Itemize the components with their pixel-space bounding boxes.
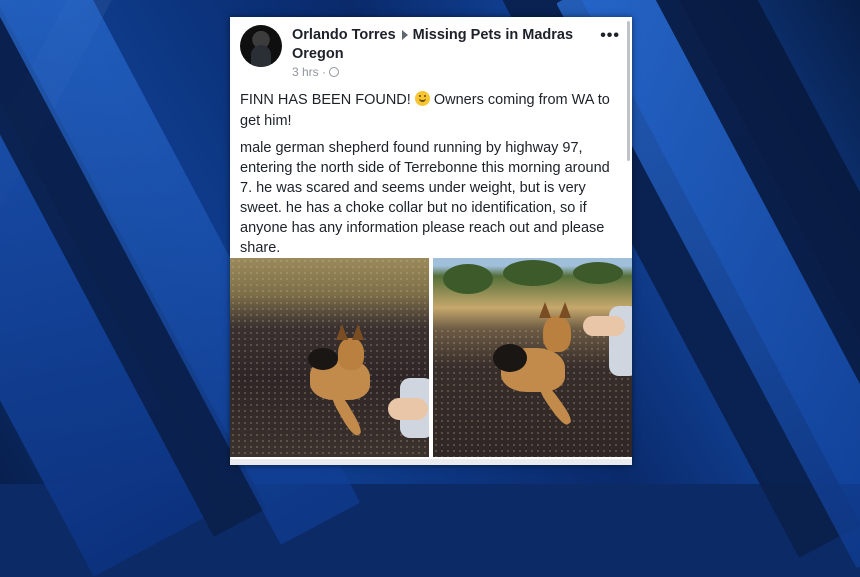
scrollbar[interactable] [627,21,630,161]
dog-head [338,338,364,370]
dog-saddle [308,348,338,370]
globe-icon [329,67,340,77]
headline-text-1: FINN HAS BEEN FOUND! [240,92,411,108]
dog-ear [559,302,571,318]
tree [573,262,623,284]
tree [503,260,563,286]
dog-ear [352,324,364,340]
dog-saddle [493,344,527,372]
avatar[interactable] [240,25,282,67]
more-options-button[interactable]: ••• [600,28,620,44]
author-name[interactable]: Orlando Torres [292,27,396,43]
tree [443,264,493,294]
caret-right-icon [401,29,408,40]
dog-ear [336,324,348,340]
smiley-icon [414,91,430,106]
post-header: Orlando Torres Missing Pets in Madras Ore… [292,26,592,64]
person-arm [388,398,428,420]
post-footer-divider [230,459,632,465]
post-headline: FINN HAS BEEN FOUND! Owners coming from … [240,90,620,132]
post-body: male german shepherd found running by hi… [240,140,610,256]
dog-ear [539,302,551,318]
dog-head [543,316,571,352]
post-meta: 3 hrs · [292,65,340,79]
post-photo-2[interactable] [433,258,632,457]
facebook-post-card: Orlando Torres Missing Pets in Madras Ore… [230,17,632,465]
post-photo-1[interactable] [230,258,429,457]
post-time[interactable]: 3 hrs · [292,65,326,79]
person-arm [583,316,625,336]
